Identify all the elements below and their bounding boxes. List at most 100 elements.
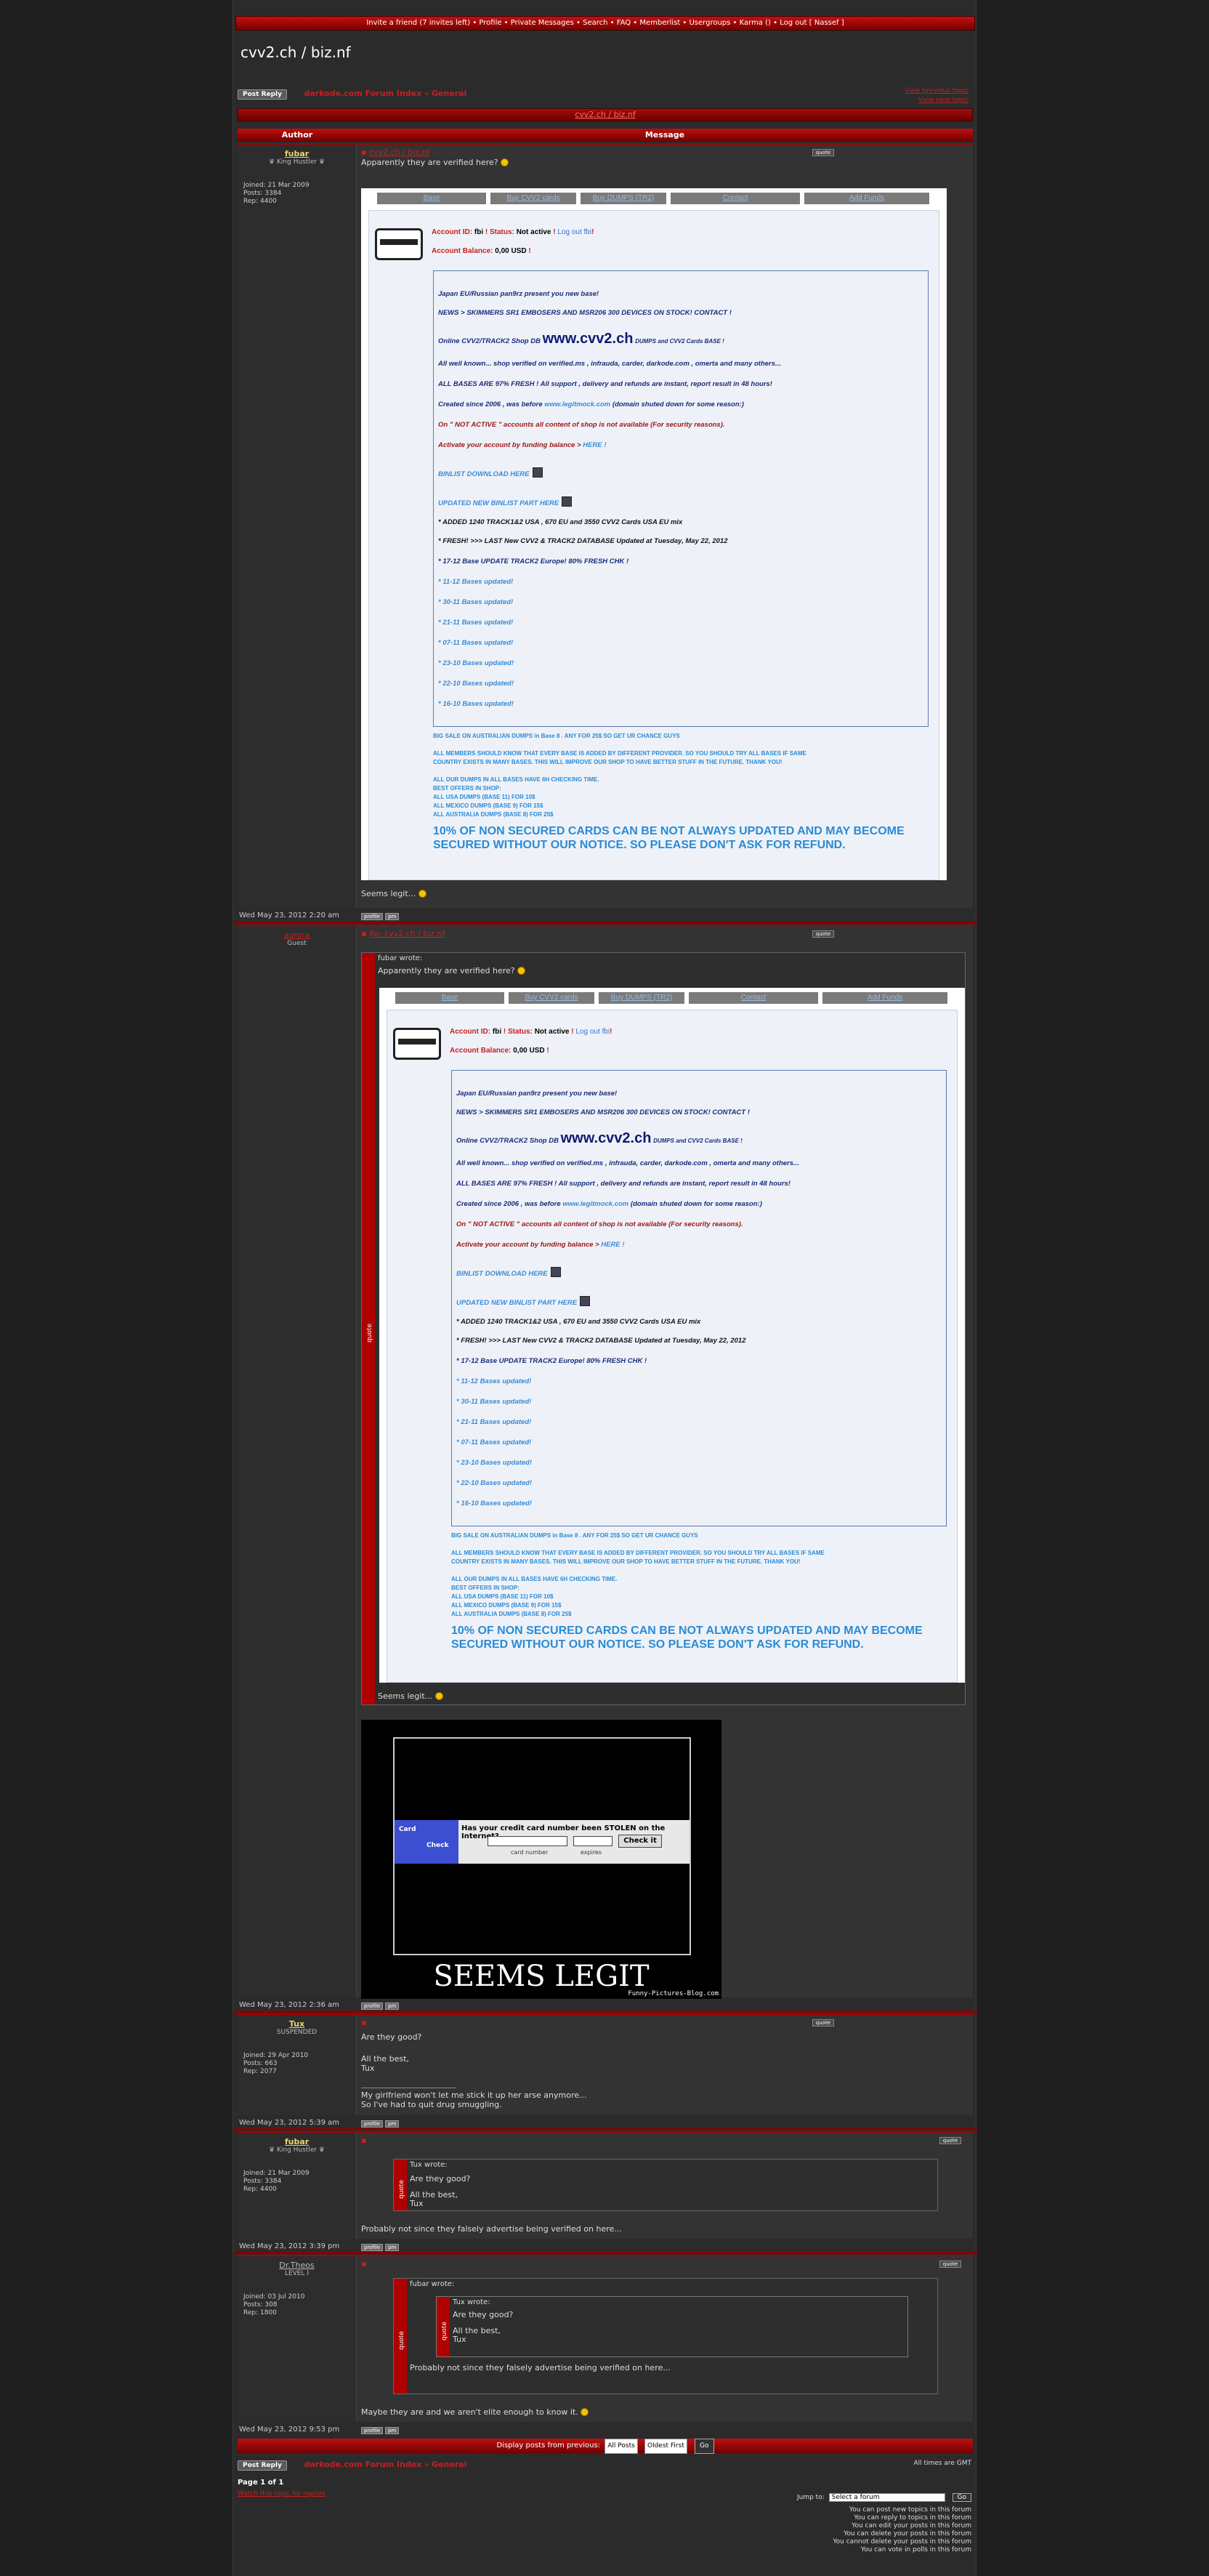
post-subject: ▪ <box>361 2018 367 2027</box>
nav-invite[interactable]: Invite a friend (7 invites left) <box>366 19 470 27</box>
author-name[interactable]: aurora <box>238 930 356 940</box>
quote-header: Tux wrote: <box>453 2298 490 2306</box>
nav-profile[interactable]: Profile <box>479 19 501 27</box>
jump-go-button[interactable]: Go <box>952 2493 971 2502</box>
balance-line: Account Balance: 0,00 USD ! <box>450 1047 549 1055</box>
nav-logout[interactable]: Log out [ Nassef ] <box>780 19 844 27</box>
nav-faq[interactable]: FAQ <box>617 19 631 27</box>
display-go-button[interactable]: Go <box>695 2439 714 2454</box>
profile-button[interactable]: profile <box>361 2120 384 2128</box>
shop-tabs: Base Buy CVV2 cards Buy DUMPS (TR2) Cont… <box>371 193 937 204</box>
image-watermark: Funny-Pictures-Blog.com <box>628 1990 719 1997</box>
post-author-panel: Tux SUSPENDED Joined: 29 Apr 2010 Posts:… <box>238 2015 357 2115</box>
cardcheck-logo: Card Check <box>395 1820 458 1864</box>
next-topic-link[interactable]: View next topic <box>918 97 969 104</box>
quote-button[interactable]: quote <box>939 2261 961 2268</box>
quote-header: fubar wrote: <box>378 954 423 962</box>
quote-button[interactable]: quote <box>812 149 834 156</box>
author-rank: SUSPENDED <box>276 2029 318 2036</box>
quote-bar: quote <box>394 2160 407 2210</box>
nav-search[interactable]: Search <box>583 19 607 27</box>
credit-card-icon <box>393 1028 441 1060</box>
quote-button[interactable]: quote <box>812 2019 834 2026</box>
quote-bar: quote <box>437 2297 450 2356</box>
floppy-icon <box>532 467 543 478</box>
post-text: Are they good? <box>361 2032 422 2042</box>
forum-general-link[interactable]: General <box>432 2460 466 2469</box>
post-footer: Wed May 23, 2012 2:20 am profile pm <box>238 910 973 922</box>
nav-pm[interactable]: Private Messages <box>511 19 574 27</box>
page: Invite a friend (7 invites left) • Profi… <box>232 0 977 2576</box>
timezone-note: All times are GMT <box>913 2460 971 2467</box>
shop-tab: Buy CVV2 cards <box>509 992 594 1004</box>
quote-text-after: Seems legit... <box>378 1691 443 1701</box>
quote-button[interactable]: quote <box>939 2137 961 2144</box>
forum-index-link[interactable]: darkode.com Forum Index <box>304 2460 422 2469</box>
post-author-panel: fubar ♛ King Hustler ♛ Joined: 21 Mar 20… <box>238 145 357 908</box>
post-text-after: Seems legit... <box>361 889 426 898</box>
author-name[interactable]: Tux <box>238 2019 356 2029</box>
shop-screenshot: Base Buy CVV2 cards Buy DUMPS (TR2) Cont… <box>361 188 947 880</box>
account-line: Account ID: fbi ! Status: Not active ! L… <box>450 1028 612 1036</box>
shop-warning: 10% OF NON SECURED CARDS CAN BE NOT ALWA… <box>451 1625 923 1651</box>
post-separator <box>233 2011 977 2013</box>
post-reply-button[interactable]: Post Reply <box>238 89 287 100</box>
image-card-field <box>488 1836 567 1846</box>
quote-header: fubar wrote: <box>410 2280 455 2288</box>
nav-karma[interactable]: Karma () <box>740 19 771 27</box>
pm-button[interactable]: pm <box>385 2003 400 2010</box>
forum-index-link[interactable]: darkode.com Forum Index <box>304 89 422 98</box>
profile-button[interactable]: profile <box>361 913 384 920</box>
quote-text: Are they good? <box>410 2174 471 2183</box>
quote-block: quote fubar wrote: Apparently they are v… <box>361 952 966 1705</box>
profile-button[interactable]: profile <box>361 2244 384 2251</box>
display-label: Display posts from previous: <box>496 2442 601 2450</box>
post-date: Wed May 23, 2012 9:53 pm <box>239 2426 340 2434</box>
watch-topic-link[interactable]: Watch this topic for replies <box>238 2490 325 2497</box>
column-headers: Author Message <box>238 129 973 142</box>
pm-button[interactable]: pm <box>385 2244 400 2251</box>
quote-signoff-name: Tux <box>453 2335 466 2344</box>
topic-title[interactable]: cvv2.ch / biz.nf <box>575 110 635 119</box>
post-date: Wed May 23, 2012 3:39 pm <box>239 2242 340 2250</box>
forum-general-link[interactable]: General <box>432 89 466 98</box>
smiley-icon <box>517 967 526 975</box>
breadcrumb: Post Reply darkode.com Forum Index » Gen… <box>238 89 466 100</box>
nav-usergroups[interactable]: Usergroups <box>689 19 730 27</box>
posts-filter-select[interactable]: All Posts <box>604 2439 638 2454</box>
profile-button[interactable]: profile <box>361 2003 384 2010</box>
post-subject: ▪ <box>361 2259 367 2269</box>
pm-button[interactable]: pm <box>385 2427 400 2434</box>
signature-line-2: So I've had to quit drug smuggling. <box>361 2100 502 2109</box>
shop-warning: 10% OF NON SECURED CARDS CAN BE NOT ALWA… <box>433 825 905 851</box>
shop-tab: Buy DUMPS (TR2) <box>581 193 666 204</box>
pm-button[interactable]: pm <box>385 2120 400 2128</box>
sort-order-select[interactable]: Oldest First <box>644 2439 687 2454</box>
quote-block: quote fubar wrote: quote Tux wrote: Are … <box>393 2278 938 2394</box>
profile-button[interactable]: profile <box>361 2427 384 2434</box>
author-name[interactable]: Dr.Theos <box>238 2261 356 2270</box>
shop-inner: Account ID: fbi ! Status: Not active ! L… <box>368 210 939 880</box>
quote-bar: quote <box>362 953 375 1704</box>
top-nav: Invite a friend (7 invites left) • Profi… <box>235 16 975 31</box>
display-options-bar: Display posts from previous: All Posts O… <box>238 2439 973 2454</box>
quote-button[interactable]: quote <box>812 930 834 938</box>
quote-header: Tux wrote: <box>410 2161 448 2169</box>
jump-to-select[interactable]: Select a forum <box>828 2493 945 2502</box>
page-count: Page 1 of 1 <box>238 2479 284 2487</box>
post-reply-button[interactable]: Post Reply <box>238 2460 287 2471</box>
image-caption: SEEMS LEGIT <box>433 1960 650 1993</box>
author-name[interactable]: fubar <box>238 149 356 158</box>
col-author: Author <box>281 130 313 140</box>
author-name[interactable]: fubar <box>238 2137 356 2146</box>
author-rank: Guest <box>287 940 307 947</box>
floppy-icon <box>550 1267 561 1277</box>
author-stats: Joined: 21 Mar 2009 Posts: 3384 Rep: 440… <box>243 2170 310 2193</box>
post-date: Wed May 23, 2012 2:36 am <box>239 2001 340 2009</box>
pm-button[interactable]: pm <box>385 913 400 920</box>
author-stats: Joined: 21 Mar 2009 Posts: 3384 Rep: 440… <box>243 182 310 205</box>
post-subject: ▪ <box>361 2136 367 2145</box>
forum-permissions: You can post new topics in this forum Yo… <box>833 2506 971 2553</box>
nav-memberlist[interactable]: Memberlist <box>639 19 680 27</box>
prev-topic-link[interactable]: View previous topic <box>905 87 969 94</box>
